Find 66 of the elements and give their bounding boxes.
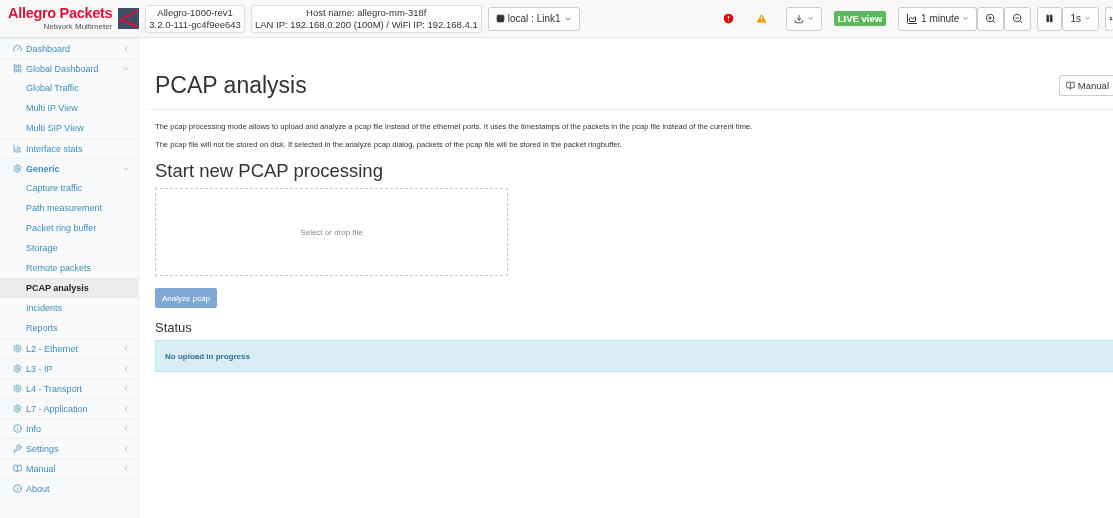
sidebar-item[interactable]: L4 - Transport bbox=[0, 378, 138, 398]
zoom-in-button[interactable] bbox=[977, 6, 1005, 31]
interval-dropdown[interactable]: 1 minute bbox=[898, 6, 978, 31]
device-version: 3.2.0-111-gc4f9ee643 bbox=[149, 18, 241, 31]
sidebar-item[interactable]: Dashboard bbox=[0, 38, 138, 58]
gear-icon bbox=[13, 164, 22, 173]
page-title: PCAP analysis bbox=[155, 72, 307, 99]
caret-icon bbox=[806, 15, 814, 22]
sidebar-subitem[interactable]: Multi SIP View bbox=[0, 118, 138, 138]
sidebar-item[interactable]: L7 - Application bbox=[0, 398, 138, 418]
sidebar-subitem[interactable]: Global Traffic bbox=[0, 78, 138, 98]
host-ips: LAN IP: 192.168.0.200 (100M) / WiFi IP: 192.168.4.1 bbox=[254, 18, 478, 31]
zoom-out-icon bbox=[1012, 13, 1024, 24]
gear-icon bbox=[13, 384, 22, 393]
sidebar-subitem[interactable]: Path measurement bbox=[0, 198, 138, 218]
sidebar-subitem[interactable]: Storage bbox=[0, 238, 138, 258]
sidebar-item[interactable]: Manual bbox=[0, 458, 138, 478]
caret-icon bbox=[962, 15, 970, 22]
zoom-out-button[interactable] bbox=[1004, 6, 1032, 31]
sidebar-subitem[interactable]: Packet ring buffer bbox=[0, 218, 138, 238]
sidebar-subitem[interactable]: Multi IP View bbox=[0, 98, 138, 118]
wrench-icon bbox=[13, 444, 22, 453]
sidebar-subitem[interactable]: Remote packets bbox=[0, 258, 138, 278]
brand-name: Allegro Packets bbox=[8, 5, 113, 22]
dashboard-gauge-icon bbox=[13, 44, 22, 53]
link-dropdown[interactable]: local : Link1 bbox=[487, 6, 580, 31]
device-name: Allegro-1000-rev1 bbox=[157, 6, 233, 19]
pause-button[interactable] bbox=[1037, 6, 1063, 31]
sidebar-subitem[interactable]: Incidents bbox=[0, 298, 138, 318]
sidebar-subitem[interactable]: Capture traffic bbox=[0, 178, 138, 198]
book-icon bbox=[13, 464, 22, 473]
gear-icon bbox=[13, 404, 22, 413]
info-circle-icon bbox=[13, 484, 22, 493]
gear-icon bbox=[13, 344, 22, 353]
brand-tagline: Network Multimeter bbox=[43, 22, 113, 32]
host-name: Host name: allegro-mm-318f bbox=[306, 6, 427, 19]
gear-icon bbox=[13, 364, 22, 373]
download-button[interactable] bbox=[785, 6, 822, 31]
status-alert: No upload in progress bbox=[155, 340, 1113, 372]
sidebar-item[interactable]: Global Dashboard bbox=[0, 58, 138, 78]
sidebar-subitem[interactable]: Reports bbox=[0, 318, 138, 338]
user-button[interactable] bbox=[1105, 6, 1113, 31]
live-view-badge[interactable]: LIVE view bbox=[833, 11, 887, 26]
status-title: Status bbox=[155, 320, 193, 335]
logo-icon bbox=[118, 8, 140, 29]
sidebar-item[interactable]: L3 - IP bbox=[0, 358, 138, 378]
sidebar-item[interactable]: Info bbox=[0, 418, 138, 438]
sidebar-item[interactable]: Interface stats bbox=[0, 138, 138, 158]
section-title: Start new PCAP processing bbox=[155, 160, 384, 182]
sidebar-item[interactable]: Generic bbox=[0, 158, 138, 178]
info-icon bbox=[13, 424, 22, 433]
caret-icon bbox=[1084, 15, 1091, 22]
download-icon bbox=[793, 13, 804, 24]
manual-button[interactable]: Manual bbox=[1058, 75, 1113, 96]
error-icon[interactable] bbox=[721, 12, 735, 25]
refresh-dropdown[interactable]: 1s bbox=[1062, 6, 1099, 31]
pause-icon bbox=[1045, 14, 1055, 23]
sidebar-subitem[interactable]: PCAP analysis bbox=[0, 278, 138, 298]
sidebar-item[interactable]: L2 - Ethernet bbox=[0, 338, 138, 358]
zoom-in-icon bbox=[985, 13, 997, 24]
sidebar-item[interactable]: Settings bbox=[0, 438, 138, 458]
file-dropzone[interactable]: Select or drop file bbox=[155, 188, 508, 276]
bar-chart-icon bbox=[13, 144, 22, 153]
book-icon bbox=[1065, 81, 1075, 90]
sidebar-item[interactable]: About bbox=[0, 478, 138, 498]
area-chart-icon bbox=[906, 12, 919, 25]
